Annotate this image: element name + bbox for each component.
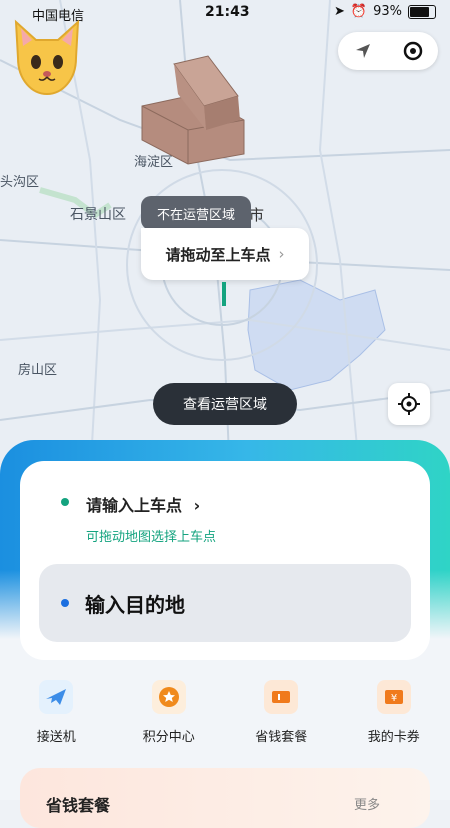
promo-more-link[interactable]: 更多 [354, 794, 380, 813]
points-coin-icon [152, 680, 186, 714]
map-top-controls [338, 32, 438, 70]
service-airport-transfer[interactable]: 接送机 [0, 680, 113, 750]
view-service-area-button[interactable]: 查看运营区域 [153, 383, 297, 425]
service-saving-package[interactable]: 省钱套餐 [225, 680, 338, 750]
service-shortcuts: 接送机 积分中心 省钱套餐 ¥ 我的卡券 [0, 680, 450, 750]
battery-percent: 93% [373, 4, 402, 19]
destination-dot-icon [61, 599, 69, 607]
drag-prompt-label: 请拖动至上车点 [165, 244, 270, 265]
svg-text:¥: ¥ [391, 693, 397, 704]
service-label: 我的卡券 [368, 726, 420, 745]
battery-icon [408, 5, 436, 19]
drag-to-pickup-prompt[interactable]: 请拖动至上车点 › [141, 228, 309, 280]
navigate-arrow-button[interactable] [338, 32, 388, 70]
pickup-input[interactable]: 请输入上车点 › [86, 492, 200, 516]
saving-package-card[interactable]: 省钱套餐 更多 [20, 768, 430, 828]
map-label-fangshan: 房山区 [18, 359, 57, 378]
map-pin-icon[interactable] [222, 282, 226, 306]
brick-sticker-icon [138, 54, 248, 166]
crosshair-icon [397, 392, 421, 416]
ticket-icon [264, 680, 298, 714]
not-in-service-tag: 不在运营区域 [141, 196, 251, 230]
locate-target-button[interactable] [388, 32, 438, 70]
cat-face-icon [10, 18, 84, 96]
map-label-shijingshan: 石景山区 [70, 204, 126, 224]
destination-label: 输入目的地 [85, 589, 185, 618]
my-location-button[interactable] [388, 383, 430, 425]
alarm-icon: ⏰ [351, 4, 367, 19]
pickup-label: 请输入上车点 [86, 496, 182, 515]
service-label: 省钱套餐 [255, 726, 307, 745]
pickup-dot-icon [61, 498, 69, 506]
service-points-center[interactable]: 积分中心 [113, 680, 226, 750]
coupon-yen-icon: ¥ [377, 680, 411, 714]
chevron-right-icon: › [194, 496, 201, 515]
navigation-arrow-icon [354, 42, 372, 60]
destination-input[interactable]: 输入目的地 [39, 564, 411, 642]
chevron-right-icon: › [279, 245, 285, 263]
map-label-city: 市 [249, 204, 264, 225]
pickup-hint: 可拖动地图选择上车点 [86, 526, 216, 545]
service-label: 接送机 [37, 726, 76, 745]
clock: 21:43 [205, 4, 250, 20]
target-icon [402, 40, 424, 62]
status-right: ➤ ⏰ 93% [334, 4, 436, 19]
location-arrow-icon: ➤ [334, 4, 345, 19]
service-label: 积分中心 [143, 726, 195, 745]
promo-title: 省钱套餐 [46, 792, 110, 816]
service-my-coupons[interactable]: ¥ 我的卡券 [338, 680, 450, 750]
map-label-mentougou: 头沟区 [0, 171, 39, 190]
airplane-icon [39, 680, 73, 714]
